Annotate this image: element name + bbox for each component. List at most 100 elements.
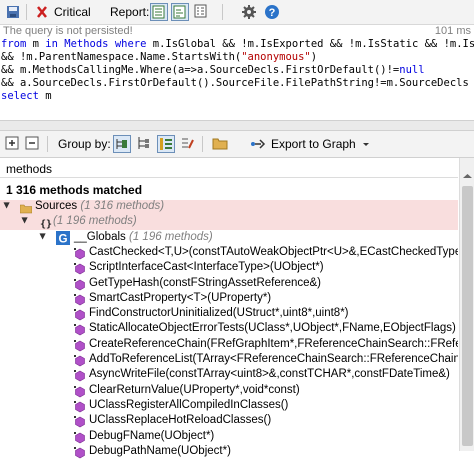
critical-label: Critical [54, 5, 91, 19]
code-token: null [399, 64, 425, 76]
method-row[interactable]: StaticAllocateObjectErrorTests(UClass*,U… [0, 322, 458, 337]
group-by-label: Group by: [58, 137, 111, 151]
method-icon [74, 446, 85, 459]
svg-text:?: ? [269, 7, 276, 19]
persist-warning: The query is not persisted! [3, 25, 133, 37]
report-doc-icon [173, 5, 186, 19]
method-icon [74, 370, 85, 382]
tree-node-class[interactable]: ▶ G __Globals (1 196 methods) [0, 230, 458, 246]
tree-label: StaticAllocateObjectErrorTests(UClass*,U… [89, 322, 456, 335]
tree-label: CreateReferenceChain(FRefGraphItem*,FRef… [89, 337, 458, 350]
method-row[interactable]: ClearReturnValue(UProperty*,void*const) [0, 384, 458, 399]
code-token: select [1, 90, 39, 102]
code-token: ) [310, 51, 318, 63]
code-line[interactable]: && !m.ParentNamespace.Name.StartsWith("a… [0, 51, 474, 64]
tree-node-braces[interactable]: ▶ {} (1 196 methods) [0, 215, 458, 231]
save-button[interactable] [5, 0, 21, 24]
namespace-icon: {} [40, 219, 52, 229]
scroll-thumb[interactable] [462, 186, 473, 446]
method-row[interactable]: CastChecked<T,U>(constTAutoWeakObjectPtr… [0, 246, 458, 261]
group-by-namespace-button[interactable] [113, 135, 131, 153]
report-view-button-3[interactable] [193, 3, 211, 21]
help-button[interactable]: ? [264, 0, 280, 24]
code-token: && m.MethodsCallingMe.Where(a=>a.SourceD… [1, 64, 400, 76]
group-by-file-button[interactable] [179, 135, 197, 153]
group-by-assembly-button[interactable] [157, 135, 175, 153]
code-token: in [45, 38, 58, 50]
export-label: Export to Graph [271, 137, 356, 151]
method-icon [74, 400, 85, 413]
method-row[interactable]: ScriptInterfaceCast<InterfaceType>(UObje… [0, 261, 458, 276]
method-row[interactable]: CreateReferenceChain(FRefGraphItem*,FRef… [0, 338, 458, 353]
code-token: m.IsGlobal && !m.IsExported && !m.IsStat… [146, 38, 474, 50]
method-icon [74, 278, 85, 290]
method-icon [74, 309, 85, 321]
settings-button[interactable] [241, 0, 257, 24]
method-row[interactable]: SmartCastProperty<T>(UProperty*) [0, 292, 458, 307]
code-token: m [38, 90, 52, 102]
global-class-icon: G [56, 230, 70, 245]
tree-label: GetTypeHash(constFStringAssetReference&) [89, 276, 322, 289]
help-icon: ? [265, 5, 279, 19]
pane-splitter[interactable] [0, 120, 474, 131]
export-to-graph-button[interactable]: Export to Graph [250, 131, 371, 157]
collapse-all-icon [25, 136, 39, 150]
method-row[interactable]: FindConstructorUninitialized(UStruct*,ui… [0, 307, 458, 322]
method-icon [74, 431, 85, 443]
query-toolbar: Critical Report: ? [0, 0, 474, 25]
method-row[interactable]: UClassRegisterAllCompiledInClasses() [0, 399, 458, 414]
results-scrollbar[interactable] [459, 158, 474, 451]
report-list-icon [152, 5, 165, 19]
critical-toggle[interactable]: Critical [34, 0, 91, 24]
tree-label: Sources (1 316 methods) [35, 200, 165, 212]
method-row[interactable]: UClassReplaceHotReloadClasses() [0, 414, 458, 429]
method-icon [74, 263, 85, 275]
expand-all-icon [5, 136, 19, 150]
report-label: Report: [110, 5, 150, 19]
tree-label: AsyncWriteFile(constTArray<uint8>&,const… [89, 368, 450, 381]
results-column-header[interactable]: methods [6, 162, 52, 176]
tree-label: UClassRegisterAllCompiledInClasses() [89, 398, 289, 411]
open-folder-button[interactable] [212, 135, 230, 153]
tree-node-folder[interactable]: ▶ Sources (1 316 methods) [0, 200, 458, 215]
method-icon [74, 339, 85, 352]
code-token: && a.SourceDecls.FirstOrDefault().Source… [1, 77, 469, 89]
tree-count: (1 316 methods) [80, 200, 165, 212]
method-row[interactable]: GetTypeHash(constFStringAssetReference&) [0, 277, 458, 292]
code-line[interactable]: select m [0, 90, 474, 103]
scroll-up-arrow-icon[interactable] [460, 170, 474, 182]
tree-count: (1 196 methods) [53, 215, 137, 228]
tree-label: __Globals (1 196 methods) [74, 230, 213, 243]
expander-icon[interactable]: ▶ [3, 202, 12, 208]
tree-label: ClearReturnValue(UProperty*,void*const) [89, 383, 300, 396]
expand-all-button[interactable] [4, 135, 22, 153]
report-view-button-2[interactable] [171, 3, 189, 21]
group-by-type-button[interactable] [135, 135, 153, 153]
method-icon [74, 355, 85, 367]
code-token: && !m.ParentNamespace.Name.StartsWith( [1, 51, 242, 63]
report-view-button-1[interactable] [150, 3, 168, 21]
code-line[interactable]: && a.SourceDecls.FirstOrDefault().Source… [0, 77, 474, 90]
tree-label: DebugFName(UObject*) [89, 429, 215, 442]
list-group-icon [160, 138, 172, 150]
code-line[interactable]: && m.MethodsCallingMe.Where(a=>a.SourceD… [0, 64, 474, 77]
folder-icon [20, 204, 32, 214]
method-row[interactable]: AsyncWriteFile(constTArray<uint8>&,const… [0, 368, 458, 383]
expander-icon[interactable]: ▶ [21, 218, 30, 224]
code-line[interactable]: from m in Methods where m.IsGlobal && !m… [0, 38, 474, 51]
results-toolbar: Group by: Export to Graph [0, 131, 474, 158]
tree-label: CastChecked<T,U>(constTAutoWeakObjectPtr… [89, 245, 458, 258]
method-row[interactable]: DebugPathName(UObject*) [0, 445, 458, 460]
critical-rule-icon [37, 6, 47, 18]
chevron-down-icon [362, 143, 369, 146]
tree-count: (1 196 methods) [129, 230, 213, 243]
report-grid-icon [194, 4, 207, 18]
method-row[interactable]: DebugFName(UObject*) [0, 430, 458, 445]
tree-label: SmartCastProperty<T>(UProperty*) [89, 291, 272, 304]
method-row[interactable]: AddToReferenceList(TArray<FReferenceChai… [0, 353, 458, 368]
folder-icon [212, 138, 228, 150]
tree-label: UClassReplaceHotReloadClasses() [89, 414, 272, 427]
expander-icon[interactable]: ▶ [39, 233, 48, 239]
collapse-all-button[interactable] [24, 135, 42, 153]
query-editor[interactable]: from m in Methods where m.IsGlobal && !m… [0, 38, 474, 104]
